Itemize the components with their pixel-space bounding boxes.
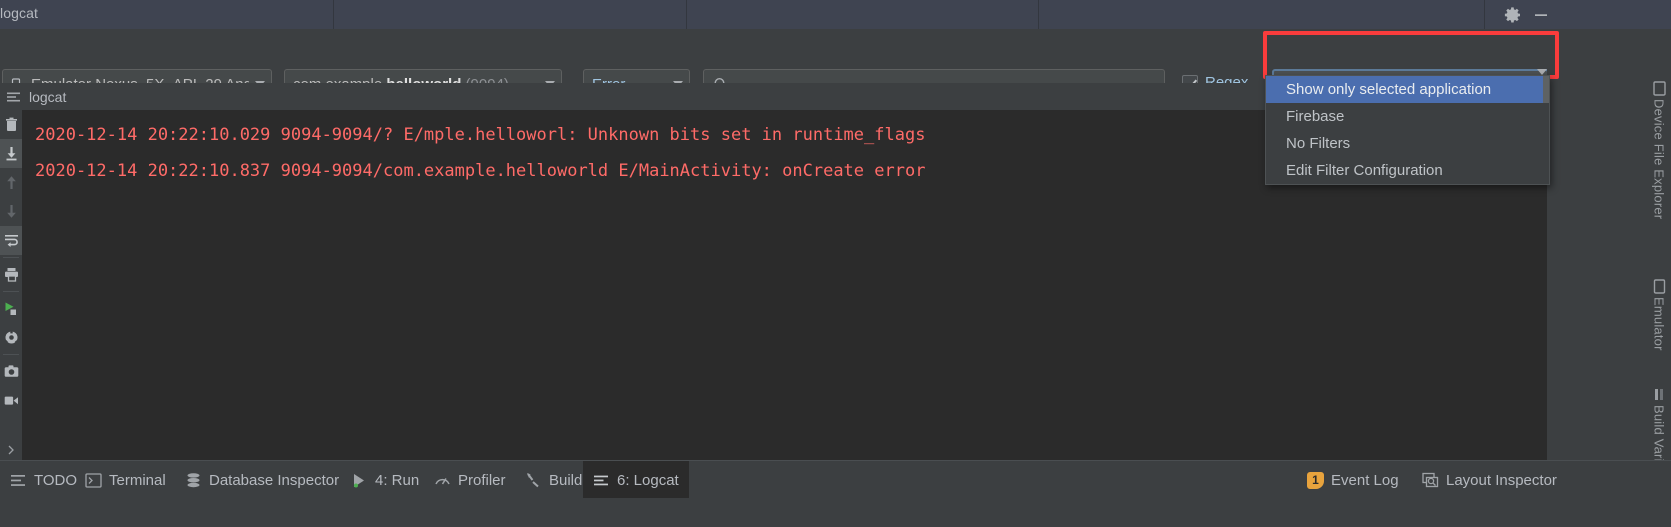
topbar-divider [1484,0,1485,29]
status-item-label: 4: Run [375,471,420,489]
status-item-database-inspector[interactable]: Database Inspector [175,461,349,499]
minimize-icon[interactable] [1531,5,1551,25]
terminal-icon [85,472,102,488]
filter-option-no-filters[interactable]: No Filters [1266,130,1549,157]
status-item-label: Profiler [458,471,506,489]
window-title: logcat [0,5,38,21]
rail-divider [3,257,19,258]
build-variants-icon [1654,389,1663,400]
todo-icon [11,474,25,486]
screenshot-icon[interactable] [0,357,22,386]
status-item-label: Event Log [1331,471,1399,489]
android-studio-logcat-window: logcat Emulator Nexus_5X_API_29 Andr [0,0,1671,527]
status-item-run[interactable]: 4: Run [341,461,429,499]
tool-label: Device File Explorer [1651,99,1667,220]
status-item-label: Terminal [109,471,166,489]
filter-option-edit-filter-configuration[interactable]: Edit Filter Configuration [1266,157,1549,184]
expand-toolbar-button[interactable] [0,440,22,460]
filter-option-firebase[interactable]: Firebase [1266,103,1549,130]
tool-button-emulator[interactable]: Emulator [1647,279,1671,351]
dropdown-scrollbar[interactable] [1543,76,1549,103]
scroll-to-end-icon[interactable] [0,139,22,168]
restart-icon[interactable] [0,294,22,323]
screen-record-icon[interactable] [0,386,22,415]
status-item-event-log[interactable]: 1 Event Log [1297,461,1409,499]
logcat-filter-toolbar: Emulator Nexus_5X_API_29 Andr com.exampl… [0,29,1671,99]
status-item-label: 6: Logcat [617,471,679,489]
topbar-divider [333,0,334,29]
status-item-todo[interactable]: TODO [0,461,87,499]
logcat-icon [594,475,608,485]
down-arrow-icon[interactable] [0,197,22,226]
topbar-divider [686,0,687,29]
status-item-label: TODO [34,471,78,489]
gear-icon[interactable] [1503,5,1523,25]
filter-dropdown-menu[interactable]: Show only selected application Firebase … [1265,75,1550,185]
filter-option-show-only-selected-application[interactable]: Show only selected application [1266,76,1549,103]
run-icon [354,473,364,487]
status-item-label: Layout Inspector [1446,471,1557,489]
window-tab-bar: logcat [0,0,1671,29]
logcat-side-toolbar [0,110,22,460]
database-icon [187,472,200,487]
rail-divider [3,291,19,292]
tool-label: Emulator [1651,297,1667,351]
status-item-profiler[interactable]: Profiler [424,461,516,499]
rail-divider [3,354,19,355]
tool-button-device-file-explorer[interactable]: Device File Explorer [1647,81,1671,219]
lines-icon [6,89,22,105]
emulator-icon [1653,279,1665,294]
status-item-build[interactable]: Build [515,461,592,499]
status-item-terminal[interactable]: Terminal [75,461,176,499]
clear-logcat-icon[interactable] [0,110,22,139]
up-arrow-icon[interactable] [0,168,22,197]
status-item-logcat[interactable]: 6: Logcat [583,461,689,499]
soft-wrap-icon[interactable] [0,226,22,255]
device-file-explorer-icon [1652,81,1666,96]
status-item-label: Database Inspector [209,471,340,489]
chevron-right-icon [8,445,14,455]
build-icon [527,472,539,487]
settings-gear-icon[interactable] [0,323,22,352]
bottom-strip [0,498,1671,527]
right-tool-rail: Device File Explorer Emulator Build Vari… [1547,29,1671,487]
status-item-label: Build [549,471,583,489]
topbar-divider [1038,0,1039,29]
status-item-layout-inspector[interactable]: Layout Inspector [1412,461,1567,499]
event-log-badge: 1 [1307,471,1324,489]
layout-inspector-icon [1422,472,1439,487]
print-icon[interactable] [0,260,22,289]
logcat-tab-label: logcat [29,88,67,105]
status-bar: TODO Terminal Database Inspector 4: Run [0,460,1671,499]
profiler-icon [435,477,450,484]
